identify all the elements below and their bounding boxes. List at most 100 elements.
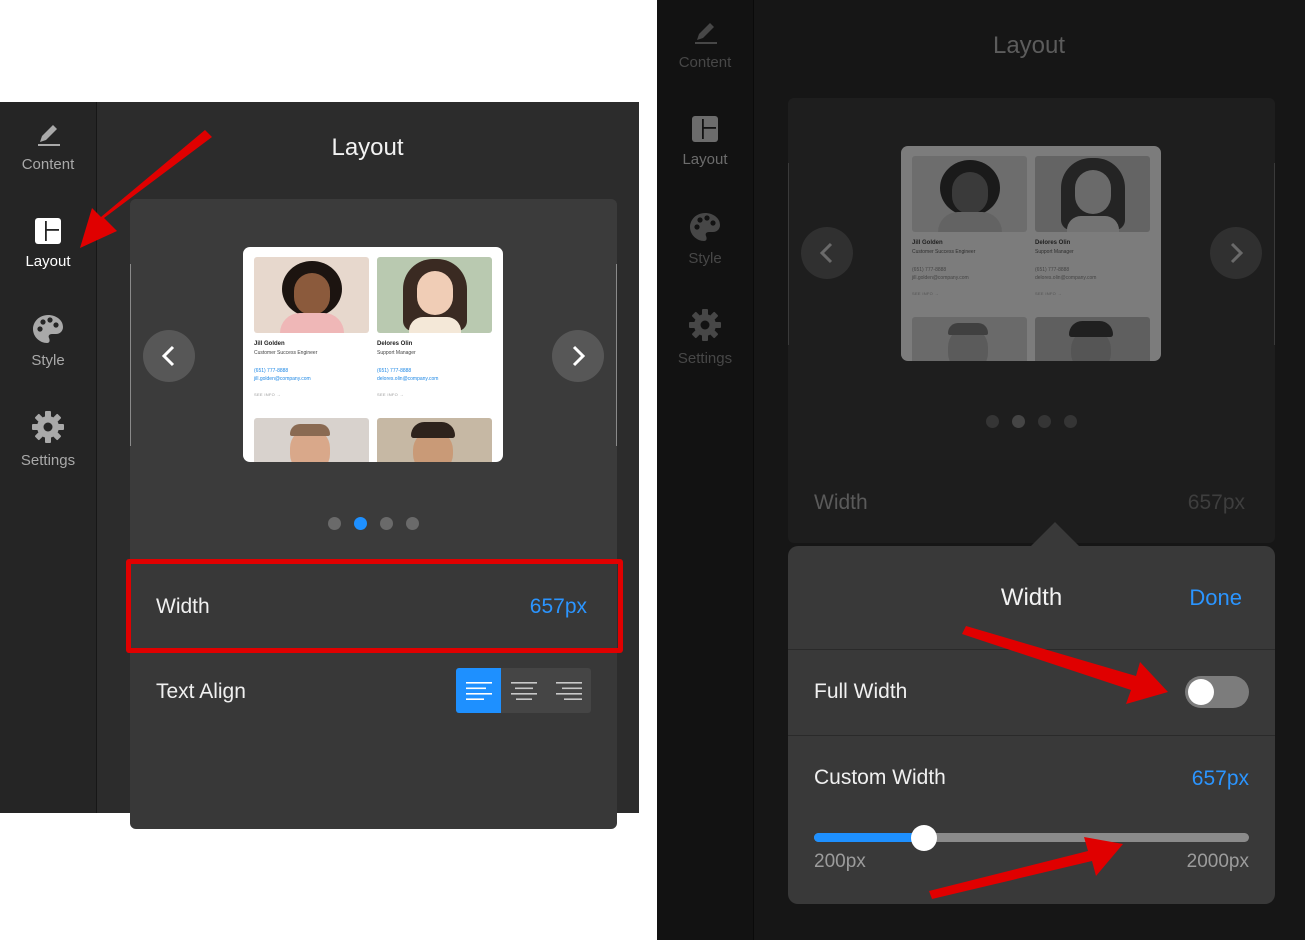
person-photo (1035, 317, 1150, 361)
previous-layout-button[interactable] (143, 330, 195, 382)
person-name: Jill Golden (254, 341, 285, 347)
person-photo (377, 257, 492, 333)
chevron-left-icon (819, 242, 833, 264)
sidebar-item-label: Style (688, 250, 722, 267)
page-dot[interactable] (380, 517, 393, 530)
popover-caret (1031, 522, 1079, 546)
pencil-icon (695, 23, 717, 44)
person-photo (1035, 156, 1150, 232)
align-left-button[interactable] (456, 668, 501, 713)
left-editor-panel: Content Layout Style Settings Layout Jil… (0, 102, 639, 829)
page-title: Layout (992, 32, 1066, 59)
align-center-icon (510, 681, 537, 700)
page-dot[interactable] (406, 517, 419, 530)
see-info-link: SEE INFO → (377, 392, 404, 397)
sidebar-item-layout[interactable]: Layout (657, 115, 753, 168)
sidebar-item-style[interactable]: Style (0, 314, 96, 369)
align-left-icon (465, 681, 492, 700)
page-dot[interactable] (986, 415, 999, 428)
sidebar-item-label: Content (21, 156, 75, 173)
slider-thumb[interactable] (911, 825, 938, 851)
sidebar-item-label: Settings (677, 350, 733, 367)
person-name: Delores Olin (377, 341, 413, 347)
page-dot[interactable] (1064, 415, 1077, 428)
person-card: Jill Golden Customer Success Engineer (6… (912, 156, 1027, 296)
layout-preview: Jill Golden Customer Success Engineer (6… (788, 98, 1275, 460)
person-email: jill.golden@company.com (912, 275, 969, 281)
divider (788, 735, 1275, 736)
person-phone: (651) 777-8888 (377, 368, 412, 374)
pagination-dots (986, 415, 1077, 428)
divider (788, 649, 1275, 650)
person-name: Delores Olin (1035, 240, 1071, 246)
align-right-icon (555, 681, 582, 700)
see-info-link: SEE INFO → (912, 291, 939, 296)
person-photo (254, 418, 369, 462)
width-highlight-box (126, 559, 623, 653)
sidebar-item-label: Settings (20, 452, 76, 469)
width-slider[interactable] (814, 825, 1249, 851)
sidebar-item-settings[interactable]: Settings (657, 308, 753, 367)
gear-icon (689, 309, 721, 341)
full-width-toggle[interactable] (1185, 676, 1249, 708)
done-button[interactable]: Done (1189, 585, 1242, 611)
page-dot[interactable] (328, 517, 341, 530)
page-dot-active[interactable] (1012, 415, 1025, 428)
sidebar-item-content[interactable]: Content (657, 18, 753, 71)
previous-layout-button[interactable] (801, 227, 853, 279)
person-role: Support Manager (1035, 249, 1074, 255)
palette-icon (33, 315, 63, 343)
divider (1274, 163, 1275, 345)
chevron-left-icon (161, 345, 175, 367)
layout-thumbnail[interactable]: Jill Golden Customer Success Engineer (6… (243, 247, 503, 462)
slider-max-label: 2000px (1186, 851, 1249, 872)
divider (616, 264, 617, 446)
text-align-control (456, 668, 591, 713)
person-email: delores.olin@company.com (1035, 275, 1097, 281)
width-label: Width (814, 491, 868, 514)
layout-card: Jill Golden Customer Success Engineer (6… (788, 98, 1275, 543)
divider (788, 163, 789, 345)
align-right-button[interactable] (546, 668, 591, 713)
sidebar-item-label: Content (678, 54, 732, 71)
layout-icon (692, 116, 718, 142)
see-info-link: SEE INFO → (1035, 291, 1062, 296)
gear-icon (32, 411, 64, 443)
align-center-button[interactable] (501, 668, 546, 713)
width-value: 657px (1187, 491, 1245, 514)
sidebar-item-label: Style (31, 352, 65, 369)
slider-fill (814, 833, 925, 842)
custom-width-label: Custom Width (814, 766, 946, 789)
page-dot-active[interactable] (354, 517, 367, 530)
person-phone: (651) 777-8888 (912, 267, 947, 273)
sidebar-item-content[interactable]: Content (0, 120, 96, 173)
sidebar-item-layout[interactable]: Layout (0, 217, 96, 270)
person-email: delores.olin@company.com (377, 376, 439, 382)
next-layout-button[interactable] (552, 330, 604, 382)
person-phone: (651) 777-8888 (1035, 267, 1070, 273)
see-info-link: SEE INFO → (254, 392, 281, 397)
layout-thumbnail[interactable]: Jill Golden Customer Success Engineer (6… (901, 146, 1161, 361)
person-role: Support Manager (377, 350, 416, 356)
pencil-icon (38, 125, 60, 146)
sidebar-item-settings[interactable]: Settings (0, 410, 96, 469)
full-width-label: Full Width (814, 680, 908, 703)
person-photo (254, 257, 369, 333)
divider (130, 264, 131, 446)
layout-card: Jill Golden Customer Success Engineer (6… (130, 199, 617, 829)
next-layout-button[interactable] (1210, 227, 1262, 279)
sidebar-item-style[interactable]: Style (657, 212, 753, 267)
person-photo (377, 418, 492, 462)
person-card: Jill Golden Customer Success Engineer (6… (254, 257, 369, 397)
page-dot[interactable] (1038, 415, 1051, 428)
sidebar: Content Layout Style Settings (0, 102, 97, 813)
person-phone: (651) 777-8888 (254, 368, 289, 374)
sidebar: Content Layout Style Settings (657, 0, 754, 940)
pagination-dots (328, 517, 419, 530)
width-popover: Width Done Full Width Custom Width 657px… (788, 546, 1275, 904)
person-photo (912, 156, 1027, 232)
person-name: Jill Golden (912, 240, 943, 246)
palette-icon (690, 213, 720, 241)
person-role: Customer Success Engineer (912, 249, 976, 255)
layout-preview: Jill Golden Customer Success Engineer (6… (130, 199, 617, 559)
